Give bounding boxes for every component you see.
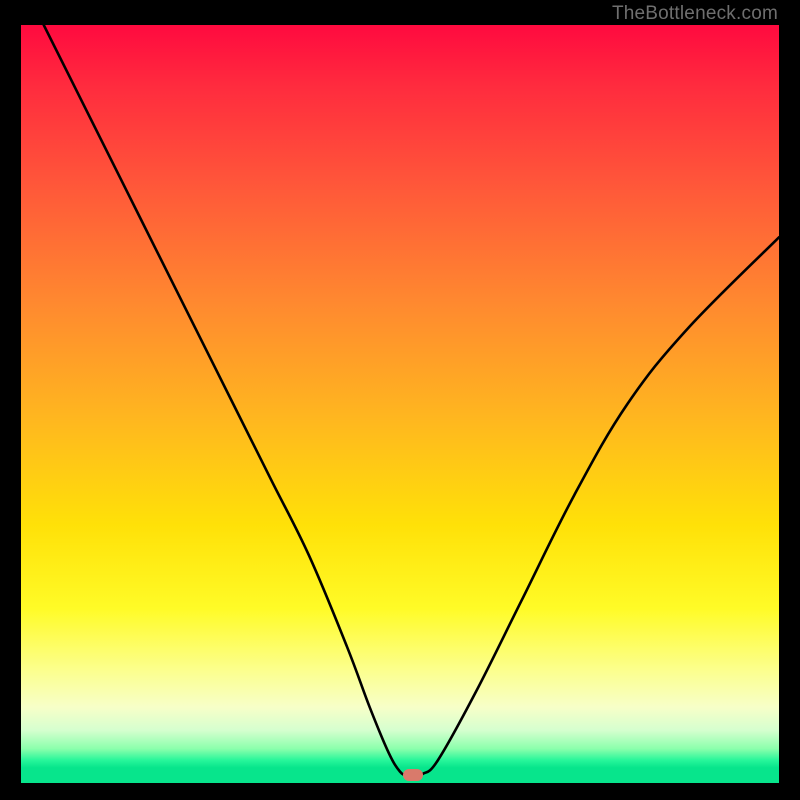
curve-svg (21, 25, 779, 783)
chart-stage: TheBottleneck.com (0, 0, 800, 800)
plot-area (21, 25, 779, 783)
bottleneck-curve (44, 25, 779, 776)
watermark-text: TheBottleneck.com (612, 3, 778, 25)
optimal-marker (403, 769, 423, 781)
